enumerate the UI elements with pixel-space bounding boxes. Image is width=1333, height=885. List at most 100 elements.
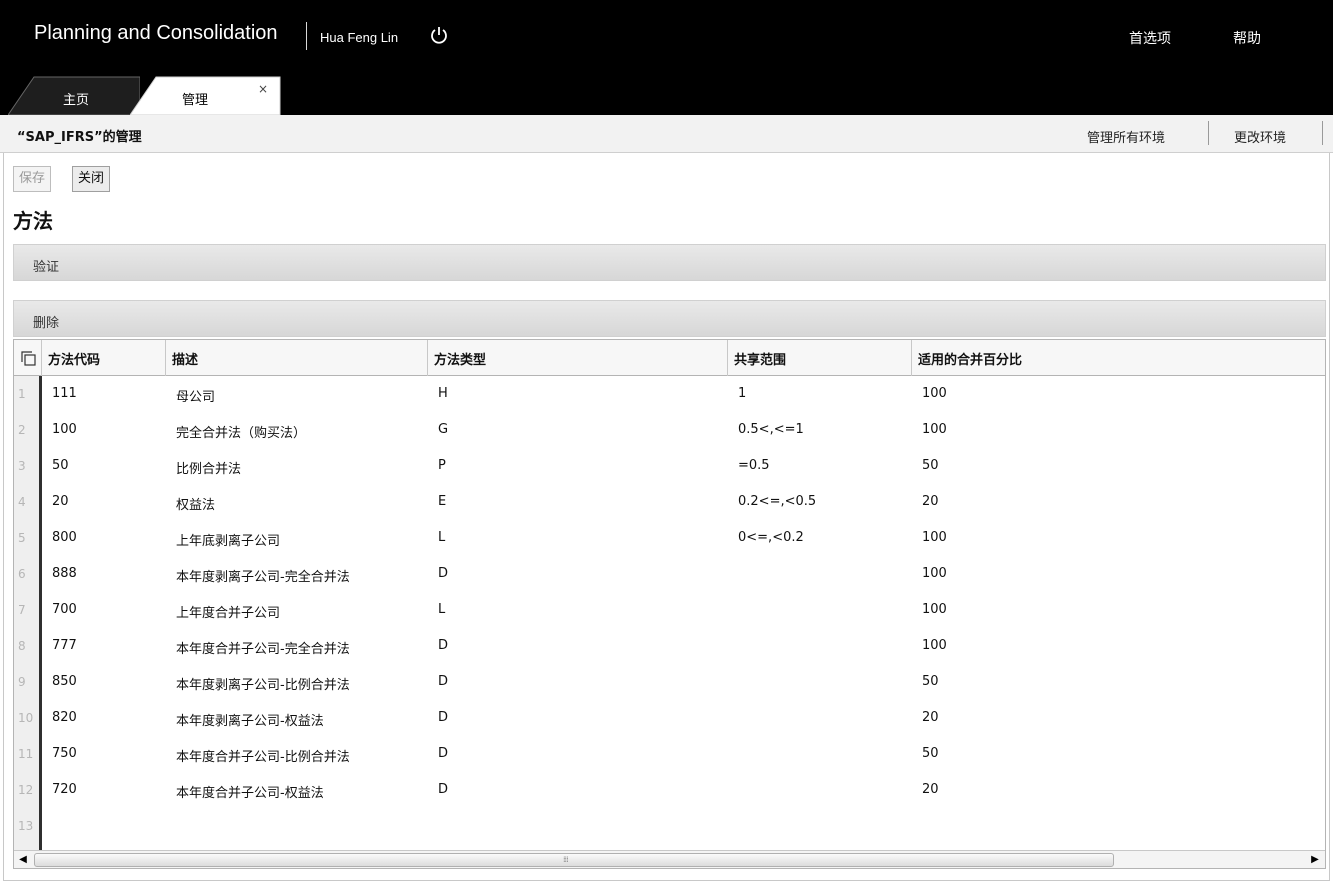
cell-share-range[interactable]: 0.2<=,<0.5: [728, 484, 816, 520]
cell-percentage[interactable]: 100: [912, 412, 947, 448]
row-number[interactable]: 7: [14, 592, 42, 628]
scroll-right-icon[interactable]: ▶: [1308, 853, 1322, 867]
cell-share-range[interactable]: 0.5<,<=1: [728, 412, 804, 448]
cell-type[interactable]: D: [428, 772, 448, 808]
row-number[interactable]: 13: [14, 808, 42, 844]
cell-description[interactable]: 本年度合并子公司-完全合并法: [166, 628, 350, 664]
column-header-share-range[interactable]: 共享范围: [728, 340, 912, 376]
row-number[interactable]: 8: [14, 628, 42, 664]
change-environment-link[interactable]: 更改环境: [1234, 127, 1286, 146]
cell-code[interactable]: 820: [42, 700, 77, 736]
cell-description[interactable]: [166, 808, 176, 844]
tab-manage[interactable]: 管理 ×: [130, 76, 282, 115]
delete-button[interactable]: 删除: [33, 312, 59, 331]
table-row[interactable]: 12 720 本年度合并子公司-权益法 D 20: [14, 772, 1325, 808]
cell-description[interactable]: 比例合并法: [166, 448, 241, 484]
cell-type[interactable]: E: [428, 484, 446, 520]
row-number[interactable]: 11: [14, 736, 42, 772]
validate-button[interactable]: 验证: [33, 256, 59, 275]
validate-bar[interactable]: 验证: [13, 244, 1326, 281]
cell-type[interactable]: D: [428, 664, 448, 700]
cell-percentage[interactable]: 100: [912, 520, 947, 556]
cell-code[interactable]: 111: [42, 376, 77, 412]
horizontal-scrollbar[interactable]: ◀ ⁞⁞⁞ ▶: [14, 850, 1325, 868]
row-number[interactable]: 2: [14, 412, 42, 448]
row-number[interactable]: 3: [14, 448, 42, 484]
cell-type[interactable]: D: [428, 736, 448, 772]
column-header-type[interactable]: 方法类型: [428, 340, 728, 376]
cell-type[interactable]: D: [428, 556, 448, 592]
cell-type[interactable]: G: [428, 412, 448, 448]
table-row[interactable]: 13: [14, 808, 1325, 844]
table-row[interactable]: 2 100 完全合并法（购买法） G 0.5<,<=1 100: [14, 412, 1325, 448]
close-button[interactable]: 关闭: [72, 166, 111, 192]
cell-percentage[interactable]: 50: [912, 736, 939, 772]
cell-code[interactable]: 700: [42, 592, 77, 628]
grid-corner[interactable]: [14, 340, 42, 376]
cell-share-range[interactable]: [728, 556, 738, 592]
table-row[interactable]: 8 777 本年度合并子公司-完全合并法 D 100: [14, 628, 1325, 664]
tab-home[interactable]: 主页: [8, 76, 140, 115]
row-number[interactable]: 9: [14, 664, 42, 700]
power-icon[interactable]: [430, 25, 448, 45]
cell-type[interactable]: H: [428, 376, 448, 412]
cell-code[interactable]: 777: [42, 628, 77, 664]
cell-percentage[interactable]: 100: [912, 556, 947, 592]
cell-percentage[interactable]: 100: [912, 592, 947, 628]
row-number[interactable]: 6: [14, 556, 42, 592]
save-button[interactable]: 保存: [13, 166, 52, 192]
cell-code[interactable]: 888: [42, 556, 77, 592]
cell-share-range[interactable]: [728, 700, 738, 736]
column-header-percentage[interactable]: 适用的合并百分比: [912, 340, 1325, 376]
cell-type[interactable]: [428, 808, 438, 844]
cell-share-range[interactable]: [728, 592, 738, 628]
cell-code[interactable]: 800: [42, 520, 77, 556]
cell-code[interactable]: 20: [42, 484, 69, 520]
select-all-icon[interactable]: [20, 350, 36, 366]
row-number[interactable]: 10: [14, 700, 42, 736]
cell-share-range[interactable]: 0<=,<0.2: [728, 520, 804, 556]
preferences-link[interactable]: 首选项: [1129, 28, 1171, 48]
delete-bar[interactable]: 删除: [13, 300, 1326, 337]
cell-code[interactable]: 720: [42, 772, 77, 808]
cell-percentage[interactable]: 20: [912, 700, 939, 736]
cell-description[interactable]: 母公司: [166, 376, 215, 412]
cell-description[interactable]: 本年度剥离子公司-比例合并法: [166, 664, 350, 700]
table-row[interactable]: 4 20 权益法 E 0.2<=,<0.5 20: [14, 484, 1325, 520]
table-row[interactable]: 11 750 本年度合并子公司-比例合并法 D 50: [14, 736, 1325, 772]
row-number[interactable]: 12: [14, 772, 42, 808]
cell-share-range[interactable]: 1: [728, 376, 746, 412]
cell-share-range[interactable]: [728, 808, 738, 844]
cell-code[interactable]: [42, 808, 52, 844]
scrollbar-thumb[interactable]: ⁞⁞⁞: [34, 853, 1114, 867]
cell-share-range[interactable]: [728, 628, 738, 664]
column-header-description[interactable]: 描述: [166, 340, 428, 376]
table-row[interactable]: 10 820 本年度剥离子公司-权益法 D 20: [14, 700, 1325, 736]
cell-share-range[interactable]: [728, 664, 738, 700]
cell-description[interactable]: 权益法: [166, 484, 215, 520]
row-number[interactable]: 1: [14, 376, 42, 412]
scroll-left-icon[interactable]: ◀: [16, 853, 30, 867]
cell-percentage[interactable]: 100: [912, 628, 947, 664]
cell-percentage[interactable]: 20: [912, 772, 939, 808]
cell-description[interactable]: 本年度剥离子公司-完全合并法: [166, 556, 350, 592]
row-number[interactable]: 4: [14, 484, 42, 520]
cell-type[interactable]: L: [428, 592, 445, 628]
cell-percentage[interactable]: [912, 808, 922, 844]
cell-description[interactable]: 上年度合并子公司: [166, 592, 280, 628]
cell-type[interactable]: P: [428, 448, 446, 484]
cell-code[interactable]: 750: [42, 736, 77, 772]
cell-description[interactable]: 本年度剥离子公司-权益法: [166, 700, 324, 736]
cell-percentage[interactable]: 50: [912, 448, 939, 484]
cell-share-range[interactable]: [728, 772, 738, 808]
cell-code[interactable]: 850: [42, 664, 77, 700]
cell-description[interactable]: 完全合并法（购买法）: [166, 412, 306, 448]
table-row[interactable]: 6 888 本年度剥离子公司-完全合并法 D 100: [14, 556, 1325, 592]
table-row[interactable]: 5 800 上年底剥离子公司 L 0<=,<0.2 100: [14, 520, 1325, 556]
cell-percentage[interactable]: 50: [912, 664, 939, 700]
help-link[interactable]: 帮助: [1233, 28, 1261, 48]
column-header-code[interactable]: 方法代码: [42, 340, 166, 376]
cell-type[interactable]: D: [428, 628, 448, 664]
cell-type[interactable]: L: [428, 520, 445, 556]
table-row[interactable]: 1 111 母公司 H 1 100: [14, 376, 1325, 412]
